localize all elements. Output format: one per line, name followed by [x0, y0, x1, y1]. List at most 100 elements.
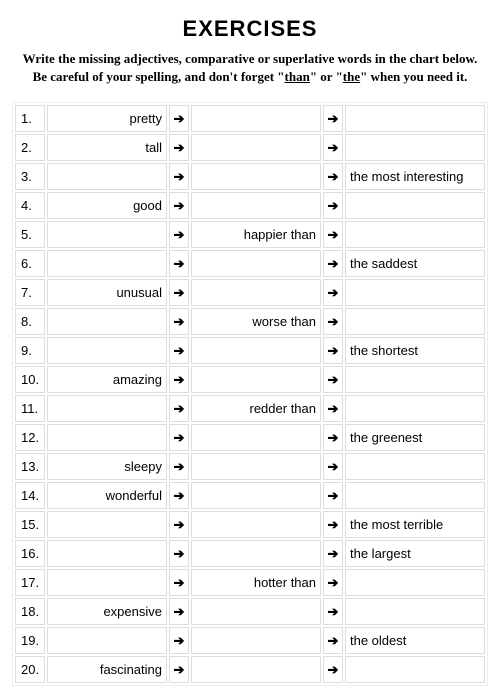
superlative-cell[interactable] [345, 569, 485, 596]
superlative-cell[interactable]: the shortest [345, 337, 485, 364]
comparative-cell[interactable] [191, 482, 321, 509]
comparative-cell[interactable] [191, 598, 321, 625]
arrow-right-icon: ➔ [169, 105, 189, 132]
adjective-cell[interactable]: expensive [47, 598, 167, 625]
superlative-cell[interactable] [345, 598, 485, 625]
arrow-right-icon: ➔ [323, 424, 343, 451]
adjective-cell[interactable] [47, 627, 167, 654]
adjective-cell[interactable]: wonderful [47, 482, 167, 509]
comparative-cell[interactable]: worse than [191, 308, 321, 335]
superlative-cell[interactable] [345, 192, 485, 219]
adjective-cell[interactable]: fascinating [47, 656, 167, 683]
superlative-cell[interactable] [345, 308, 485, 335]
comparative-cell[interactable]: happier than [191, 221, 321, 248]
comparative-cell[interactable]: hotter than [191, 569, 321, 596]
arrow-right-icon: ➔ [323, 453, 343, 480]
arrow-right-icon: ➔ [169, 453, 189, 480]
table-row: 13.sleepy➔➔ [15, 453, 485, 480]
adjective-cell[interactable] [47, 540, 167, 567]
row-number: 16. [15, 540, 45, 567]
table-row: 7.unusual➔➔ [15, 279, 485, 306]
comparative-cell[interactable] [191, 627, 321, 654]
instructions: Write the missing adjectives, comparativ… [12, 50, 488, 86]
superlative-cell[interactable]: the most terrible [345, 511, 485, 538]
arrow-right-icon: ➔ [169, 627, 189, 654]
comparative-cell[interactable] [191, 424, 321, 451]
adjective-cell[interactable] [47, 308, 167, 335]
comparative-cell[interactable] [191, 279, 321, 306]
adjective-cell[interactable]: amazing [47, 366, 167, 393]
table-row: 19.➔➔the oldest [15, 627, 485, 654]
arrow-right-icon: ➔ [323, 569, 343, 596]
superlative-cell[interactable]: the most interesting [345, 163, 485, 190]
adjective-cell[interactable]: sleepy [47, 453, 167, 480]
comparative-cell[interactable] [191, 366, 321, 393]
arrow-right-icon: ➔ [169, 163, 189, 190]
comparative-cell[interactable] [191, 337, 321, 364]
superlative-cell[interactable] [345, 221, 485, 248]
row-number: 17. [15, 569, 45, 596]
superlative-cell[interactable] [345, 453, 485, 480]
arrow-right-icon: ➔ [169, 598, 189, 625]
superlative-cell[interactable] [345, 482, 485, 509]
comparative-cell[interactable]: redder than [191, 395, 321, 422]
comparative-cell[interactable] [191, 453, 321, 480]
table-row: 2.tall➔➔ [15, 134, 485, 161]
arrow-right-icon: ➔ [323, 250, 343, 277]
adjective-cell[interactable] [47, 250, 167, 277]
arrow-right-icon: ➔ [323, 192, 343, 219]
superlative-cell[interactable]: the greenest [345, 424, 485, 451]
arrow-right-icon: ➔ [323, 337, 343, 364]
arrow-right-icon: ➔ [323, 540, 343, 567]
instructions-line2-post: " when you need it. [360, 69, 467, 84]
superlative-cell[interactable] [345, 134, 485, 161]
superlative-cell[interactable] [345, 366, 485, 393]
arrow-right-icon: ➔ [323, 279, 343, 306]
row-number: 15. [15, 511, 45, 538]
adjective-cell[interactable]: unusual [47, 279, 167, 306]
adjective-cell[interactable] [47, 163, 167, 190]
adjective-cell[interactable] [47, 424, 167, 451]
instructions-line1: Write the missing adjectives, comparativ… [23, 51, 478, 66]
adjective-cell[interactable] [47, 395, 167, 422]
arrow-right-icon: ➔ [323, 105, 343, 132]
comparative-cell[interactable] [191, 134, 321, 161]
arrow-right-icon: ➔ [323, 482, 343, 509]
arrow-right-icon: ➔ [169, 366, 189, 393]
comparative-cell[interactable] [191, 192, 321, 219]
adjective-cell[interactable]: good [47, 192, 167, 219]
arrow-right-icon: ➔ [169, 279, 189, 306]
adjective-cell[interactable]: tall [47, 134, 167, 161]
arrow-right-icon: ➔ [169, 656, 189, 683]
comparative-cell[interactable] [191, 511, 321, 538]
comparative-cell[interactable] [191, 163, 321, 190]
superlative-cell[interactable]: the oldest [345, 627, 485, 654]
table-row: 20.fascinating➔➔ [15, 656, 485, 683]
table-row: 8.➔worse than➔ [15, 308, 485, 335]
comparative-cell[interactable] [191, 656, 321, 683]
superlative-cell[interactable] [345, 279, 485, 306]
adjective-cell[interactable] [47, 221, 167, 248]
row-number: 12. [15, 424, 45, 451]
row-number: 5. [15, 221, 45, 248]
arrow-right-icon: ➔ [169, 569, 189, 596]
row-number: 2. [15, 134, 45, 161]
comparative-cell[interactable] [191, 540, 321, 567]
adjective-cell[interactable]: pretty [47, 105, 167, 132]
arrow-right-icon: ➔ [323, 598, 343, 625]
arrow-right-icon: ➔ [169, 424, 189, 451]
superlative-cell[interactable] [345, 656, 485, 683]
row-number: 7. [15, 279, 45, 306]
table-row: 17. ➔hotter than➔ [15, 569, 485, 596]
comparative-cell[interactable] [191, 105, 321, 132]
superlative-cell[interactable]: the largest [345, 540, 485, 567]
superlative-cell[interactable]: the saddest [345, 250, 485, 277]
comparative-cell[interactable] [191, 250, 321, 277]
row-number: 9. [15, 337, 45, 364]
adjective-cell[interactable] [47, 569, 167, 596]
superlative-cell[interactable] [345, 105, 485, 132]
superlative-cell[interactable] [345, 395, 485, 422]
adjective-cell[interactable] [47, 511, 167, 538]
exercise-grid: 1.pretty➔➔2.tall➔➔3.➔➔the most interesti… [12, 102, 488, 686]
adjective-cell[interactable] [47, 337, 167, 364]
